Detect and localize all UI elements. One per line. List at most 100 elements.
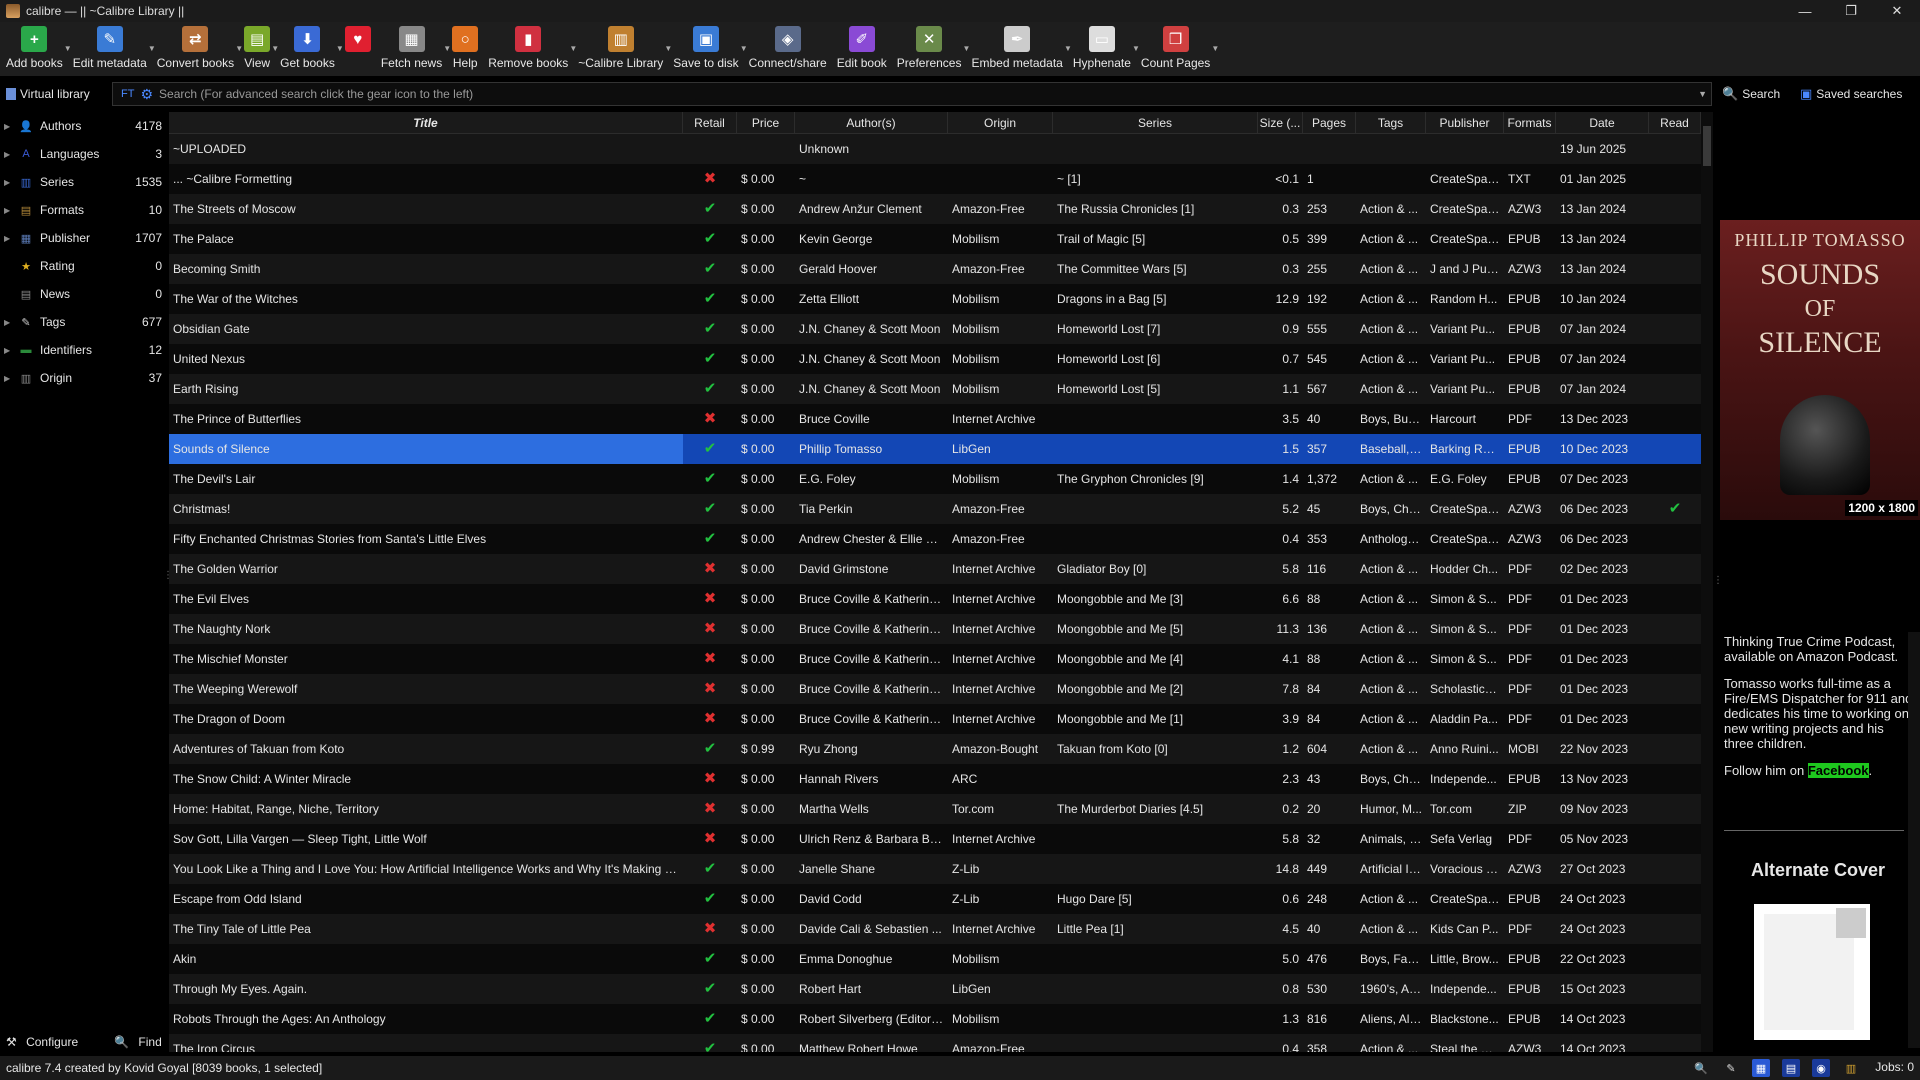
expand-icon[interactable]: ▶ bbox=[4, 374, 14, 383]
table-row[interactable]: Earth Rising ✔ $ 0.00 J.N. Chaney & Scott M… bbox=[169, 374, 1701, 404]
column-header-size[interactable]: Size (... bbox=[1258, 112, 1303, 133]
expand-icon[interactable]: ▶ bbox=[4, 122, 14, 131]
scrollbar-thumb[interactable] bbox=[1703, 126, 1711, 166]
list-view-icon[interactable]: ▤ bbox=[1782, 1059, 1800, 1077]
count-pages-button[interactable]: ❒ Count Pages ▼ bbox=[1141, 22, 1219, 70]
chevron-down-icon[interactable]: ▼ bbox=[148, 44, 156, 53]
table-row[interactable]: Escape from Odd Island ✔ $ 0.00 David Codd Z… bbox=[169, 884, 1701, 914]
tag-category-languages[interactable]: ▶ A Languages 3 bbox=[0, 140, 168, 168]
expand-icon[interactable]: ▶ bbox=[4, 346, 14, 355]
edit-icon[interactable]: ✎ bbox=[1722, 1059, 1740, 1077]
connect-share-button[interactable]: ◈ Connect/share bbox=[749, 22, 827, 70]
convert-books-button[interactable]: ⇄ Convert books ▼ bbox=[157, 22, 243, 70]
column-header-pages[interactable]: Pages bbox=[1303, 112, 1356, 133]
details-scrollbar[interactable] bbox=[1908, 632, 1920, 1048]
chevron-down-icon[interactable]: ▼ bbox=[963, 44, 971, 53]
table-row[interactable]: The Evil Elves ✖ $ 0.00 Bruce Coville & Kat… bbox=[169, 584, 1701, 614]
table-row[interactable]: The Iron Circus ✔ $ 0.00 Matthew Robert How… bbox=[169, 1034, 1701, 1052]
chevron-down-icon[interactable]: ▼ bbox=[664, 44, 672, 53]
cover-grid-icon[interactable]: ▦ bbox=[1752, 1059, 1770, 1077]
column-header-series[interactable]: Series bbox=[1053, 112, 1258, 133]
tag-category-authors[interactable]: ▶ 👤 Authors 4178 bbox=[0, 112, 168, 140]
table-row[interactable]: Obsidian Gate ✔ $ 0.00 J.N. Chaney & Scott … bbox=[169, 314, 1701, 344]
table-row[interactable]: The Snow Child: A Winter Miracle ✖ $ 0.00 H… bbox=[169, 764, 1701, 794]
expand-icon[interactable]: ▶ bbox=[4, 206, 14, 215]
search-button[interactable]: 🔍 Search bbox=[1722, 82, 1780, 106]
tag-category-tags[interactable]: ▶ ✎ Tags 677 bbox=[0, 308, 168, 336]
tag-category-formats[interactable]: ▶ ▤ Formats 10 bbox=[0, 196, 168, 224]
facebook-link[interactable]: Facebook bbox=[1807, 763, 1869, 778]
tag-category-publisher[interactable]: ▶ ▦ Publisher 1707 bbox=[0, 224, 168, 252]
preferences-button[interactable]: ✕ Preferences ▼ bbox=[897, 22, 970, 70]
expand-icon[interactable]: ▶ bbox=[4, 178, 14, 187]
table-row[interactable]: Sounds of Silence ✔ $ 0.00 Phillip Tomasso L… bbox=[169, 434, 1701, 464]
table-row[interactable]: The Prince of Butterflies ✖ $ 0.00 Bruce Co… bbox=[169, 404, 1701, 434]
chevron-down-icon[interactable]: ▼ bbox=[271, 44, 279, 53]
alternate-cover-image[interactable] bbox=[1754, 904, 1870, 1040]
column-header-origin[interactable]: Origin bbox=[948, 112, 1053, 133]
table-row[interactable]: The Streets of Moscow ✔ $ 0.00 Andrew Anžur… bbox=[169, 194, 1701, 224]
configure-button[interactable]: ⚒ Configure bbox=[6, 1035, 78, 1049]
table-row[interactable]: Adventures of Takuan from Koto ✔ $ 0.99 Ryu… bbox=[169, 734, 1701, 764]
bookshelf-icon[interactable]: ▥ bbox=[1842, 1059, 1860, 1077]
hyphenate-button[interactable]: ▭ Hyphenate ▼ bbox=[1073, 22, 1140, 70]
saved-searches-button[interactable]: ▣ Saved searches bbox=[1800, 82, 1902, 106]
tag-category-identifiers[interactable]: ▶ ▬ Identifiers 12 bbox=[0, 336, 168, 364]
table-row[interactable]: Akin ✔ $ 0.00 Emma Donoghue Mobilism 5.0 476 Bo… bbox=[169, 944, 1701, 974]
tag-category-series[interactable]: ▶ ▥ Series 1535 bbox=[0, 168, 168, 196]
expand-icon[interactable]: ▶ bbox=[4, 318, 14, 327]
edit-metadata-button[interactable]: ✎ Edit metadata ▼ bbox=[73, 22, 156, 70]
table-row[interactable]: Home: Habitat, Range, Niche, Territory ✖ $… bbox=[169, 794, 1701, 824]
table-row[interactable]: The Tiny Tale of Little Pea ✖ $ 0.00 Davide… bbox=[169, 914, 1701, 944]
book-cover[interactable]: PHILLIP TOMASSO SOUNDS OF SILENCE 1200 x… bbox=[1720, 220, 1920, 520]
restore-button[interactable]: ❐ bbox=[1828, 0, 1874, 22]
virtual-library-button[interactable]: Virtual library bbox=[0, 87, 108, 101]
column-header-authors[interactable]: Author(s) bbox=[795, 112, 948, 133]
table-row[interactable]: Fifty Enchanted Christmas Stories from S… bbox=[169, 524, 1701, 554]
column-header-date[interactable]: Date bbox=[1556, 112, 1649, 133]
expand-icon[interactable]: ▶ bbox=[4, 150, 14, 159]
get-books-button[interactable]: ⬇ Get books ▼ bbox=[280, 22, 344, 70]
table-row[interactable]: The Dragon of Doom ✖ $ 0.00 Bruce Coville &… bbox=[169, 704, 1701, 734]
table-row[interactable]: Christmas! ✔ $ 0.00 Tia Perkin Amazon-Free 5.… bbox=[169, 494, 1701, 524]
tag-category-news[interactable]: ▤ News 0 bbox=[0, 280, 168, 308]
add-books-button[interactable]: + Add books ▼ bbox=[6, 22, 72, 70]
edit-book-button[interactable]: ✐ Edit book bbox=[837, 22, 887, 70]
view-button[interactable]: ▤ View ▼ bbox=[244, 22, 279, 70]
column-header-price[interactable]: Price bbox=[737, 112, 795, 133]
full-text-search-icon[interactable]: FT bbox=[121, 88, 134, 100]
tag-category-origin[interactable]: ▶ ▥ Origin 37 bbox=[0, 364, 168, 392]
column-header-publisher[interactable]: Publisher bbox=[1426, 112, 1504, 133]
table-row[interactable]: Becoming Smith ✔ $ 0.00 Gerald Hoover Amazon… bbox=[169, 254, 1701, 284]
search-icon[interactable]: 🔍 bbox=[1692, 1059, 1710, 1077]
table-row[interactable]: The War of the Witches ✔ $ 0.00 Zetta Ellio… bbox=[169, 284, 1701, 314]
table-row[interactable]: You Look Like a Thing and I Love You: Ho… bbox=[169, 854, 1701, 884]
tag-category-rating[interactable]: ★ Rating 0 bbox=[0, 252, 168, 280]
fetch-news-button[interactable]: ▦ Fetch news ▼ bbox=[381, 22, 451, 70]
splitter-handle-right[interactable]: ⋮ bbox=[1713, 575, 1723, 595]
table-row[interactable]: Sov Gott, Lilla Vargen — Sleep Tight, Li… bbox=[169, 824, 1701, 854]
chevron-down-icon[interactable]: ▼ bbox=[336, 44, 344, 53]
column-header-formats[interactable]: Formats bbox=[1504, 112, 1556, 133]
chevron-down-icon[interactable]: ▼ bbox=[1211, 44, 1219, 53]
chevron-down-icon[interactable]: ▼ bbox=[569, 44, 577, 53]
embed-metadata-button[interactable]: ✒ Embed metadata ▼ bbox=[971, 22, 1072, 70]
minimize-button[interactable]: — bbox=[1782, 0, 1828, 22]
table-row[interactable]: The Weeping Werewolf ✖ $ 0.00 Bruce Coville… bbox=[169, 674, 1701, 704]
table-row[interactable]: ~UPLOADED Unknown 19 Jun 2025 bbox=[169, 134, 1701, 164]
column-header-retail[interactable]: Retail bbox=[683, 112, 737, 133]
chevron-down-icon[interactable]: ▼ bbox=[235, 44, 243, 53]
table-row[interactable]: Through My Eyes. Again. ✔ $ 0.00 Robert Har… bbox=[169, 974, 1701, 1004]
save-to-disk-button[interactable]: ▣ Save to disk ▼ bbox=[673, 22, 748, 70]
table-row[interactable]: ... ~Calibre Formetting ✖ $ 0.00 ~ ~ [1] <0.1… bbox=[169, 164, 1701, 194]
chevron-down-icon[interactable]: ▼ bbox=[64, 44, 72, 53]
book-list-scrollbar[interactable] bbox=[1701, 112, 1713, 1052]
close-button[interactable]: ✕ bbox=[1874, 0, 1920, 22]
chevron-down-icon[interactable]: ▼ bbox=[1132, 44, 1140, 53]
table-row[interactable]: The Devil's Lair ✔ $ 0.00 E.G. Foley Mobilis… bbox=[169, 464, 1701, 494]
column-header-title[interactable]: Title bbox=[169, 112, 683, 133]
table-row[interactable]: The Golden Warrior ✖ $ 0.00 David Grimstone… bbox=[169, 554, 1701, 584]
column-header-tags[interactable]: Tags bbox=[1356, 112, 1426, 133]
column-header-read[interactable]: Read bbox=[1649, 112, 1701, 133]
gear-icon[interactable]: ⚙ bbox=[140, 86, 153, 103]
